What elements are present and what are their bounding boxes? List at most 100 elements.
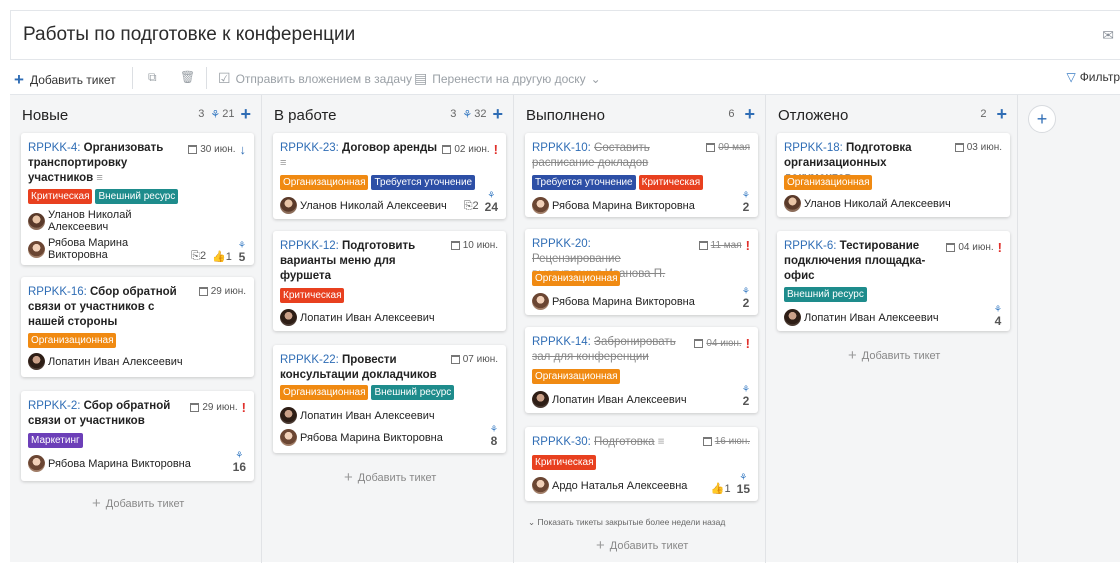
assignee[interactable]: Лопатин Иван Алексеевич bbox=[532, 391, 687, 408]
show-closed-link[interactable]: ⌄ Показать тикеты закрытые более недели … bbox=[528, 517, 725, 528]
add-ticket-button[interactable]: + Добавить тикет bbox=[14, 70, 116, 90]
add-ticket-link[interactable]: + Добавить тикет bbox=[344, 469, 436, 486]
assignee[interactable]: Рябова Марина Викторовна bbox=[28, 455, 191, 472]
ticket-key[interactable]: RPPKK-6: bbox=[784, 240, 836, 252]
calendar-icon bbox=[450, 241, 460, 250]
add-ticket-icon[interactable]: + bbox=[744, 105, 755, 123]
avatar bbox=[280, 429, 297, 446]
assignee[interactable]: Лопатин Иван Алексеевич bbox=[28, 353, 183, 370]
attachment-count: ⎘2 bbox=[463, 200, 479, 212]
add-ticket-link[interactable]: + Добавить тикет bbox=[596, 537, 688, 554]
ticket-key[interactable]: RPPKK-20: bbox=[532, 238, 591, 250]
story-points: 2 bbox=[742, 296, 750, 310]
assignee[interactable]: Лопатин Иван Алексеевич bbox=[280, 407, 435, 424]
avatar bbox=[532, 477, 549, 494]
assignee[interactable]: Лопатин Иван Алексеевич bbox=[280, 309, 435, 326]
ticket-key[interactable]: RPPKK-18: bbox=[784, 142, 843, 154]
tag-clarify[interactable]: Требуется уточнение bbox=[371, 175, 476, 190]
tag-org[interactable]: Организационная bbox=[784, 175, 873, 190]
filter-button[interactable]: ▽ Фильтр bbox=[1066, 70, 1120, 84]
tag-external[interactable]: Внешний ресурс bbox=[95, 189, 179, 204]
ticket-key[interactable]: RPPKK-22: bbox=[280, 354, 339, 366]
calendar-icon bbox=[198, 287, 208, 296]
ticket-key[interactable]: RPPKK-23: bbox=[280, 142, 339, 154]
tag-external[interactable]: Внешний ресурс bbox=[784, 287, 867, 302]
story-points: 15 bbox=[736, 482, 750, 496]
tag-critical[interactable]: Критическая bbox=[532, 455, 597, 470]
assignee[interactable]: Лопатин Иван Алексеевич bbox=[784, 309, 939, 326]
assignee[interactable]: Уланов Николай Алексеевич bbox=[784, 195, 951, 212]
due-date: 03 июн. bbox=[954, 142, 1002, 153]
ticket-card[interactable]: RPPKK-10: Составить расписание докладов … bbox=[525, 133, 758, 217]
ticket-key[interactable]: RPPKK-30: bbox=[532, 436, 591, 448]
move-board-button[interactable]: ▤ Перенести на другую доску ⌄ bbox=[414, 70, 601, 87]
avatar bbox=[784, 195, 801, 212]
tag-external[interactable]: Внешний ресурс bbox=[371, 385, 455, 400]
tag-marketing[interactable]: Маркетинг bbox=[28, 433, 83, 448]
board-icon: ▤ bbox=[414, 70, 428, 86]
avatar bbox=[532, 391, 549, 408]
envelope-icon[interactable]: ✉ bbox=[1102, 27, 1114, 44]
add-ticket-link[interactable]: + Добавить тикет bbox=[848, 347, 940, 364]
ticket-key[interactable]: RPPKK-14: bbox=[532, 336, 591, 348]
avatar bbox=[280, 407, 297, 424]
assignee[interactable]: Ардо Наталья Алексеевна bbox=[532, 477, 687, 494]
assignee[interactable]: Рябова Марина Викторовна bbox=[532, 197, 695, 214]
ticket-card[interactable]: RPPKK-18: Подготовка организационных док… bbox=[777, 133, 1010, 217]
ticket-count: 6 bbox=[728, 108, 735, 120]
like-count[interactable]: 👍1 bbox=[711, 482, 731, 495]
ticket-title: Подготовка bbox=[594, 436, 655, 448]
story-points: 4 bbox=[994, 314, 1002, 328]
tag-org[interactable]: Организационная bbox=[28, 333, 117, 348]
tag-critical[interactable]: Критическая bbox=[28, 189, 93, 204]
ticket-card[interactable]: RPPKK-30: Подготовка ≡ 16 июн. Критическ… bbox=[525, 427, 758, 501]
ticket-key[interactable]: RPPKK-16: bbox=[28, 286, 87, 298]
tag-critical[interactable]: Критическая bbox=[280, 288, 345, 303]
description-icon: ≡ bbox=[280, 157, 287, 169]
send-attachment-button[interactable]: ☑ Отправить вложением в задачу bbox=[218, 70, 412, 87]
story-points-icon: ⚘ bbox=[462, 108, 473, 121]
priority-high-icon: ! bbox=[745, 238, 750, 253]
ticket-card[interactable]: RPPKK-14: Забронировать зал для конферен… bbox=[525, 327, 758, 413]
assignee[interactable]: Рябова Марина Викторовна bbox=[532, 293, 695, 310]
ticket-key[interactable]: RPPKK-2: bbox=[28, 400, 80, 412]
ticket-key[interactable]: RPPKK-12: bbox=[280, 240, 339, 252]
like-count[interactable]: 👍1 bbox=[212, 250, 232, 263]
tag-org[interactable]: Организационная bbox=[280, 175, 369, 190]
add-ticket-icon[interactable]: + bbox=[996, 105, 1007, 123]
ticket-title: Договор аренды bbox=[342, 142, 438, 154]
add-ticket-link[interactable]: + Добавить тикет bbox=[92, 495, 184, 512]
copy-icon[interactable]: ⧉ bbox=[148, 70, 157, 85]
ticket-card[interactable]: RPPKK-23: Договор аренды ≡ 02 июн.! Орган… bbox=[273, 133, 506, 219]
story-points: 5 bbox=[238, 250, 246, 264]
tag-clarify[interactable]: Требуется уточнение bbox=[532, 175, 636, 190]
ticket-card[interactable]: RPPKK-22: Провести консультации докладчи… bbox=[273, 345, 506, 453]
ticket-key[interactable]: RPPKK-10: bbox=[532, 142, 591, 154]
ticket-card[interactable]: RPPKK-20: Рецензирование выступления Ива… bbox=[525, 229, 758, 315]
ticket-card[interactable]: RPPKK-6: Тестирование подключения площад… bbox=[777, 231, 1010, 331]
ticket-card[interactable]: RPPKK-16: Сбор обратной связи от участни… bbox=[21, 277, 254, 377]
add-ticket-icon[interactable]: + bbox=[492, 105, 503, 123]
due-date: 04 июн.! bbox=[694, 336, 750, 351]
tag-critical[interactable]: Критическая bbox=[638, 175, 704, 190]
assignee[interactable]: Уланов Николай Алексеевич bbox=[280, 197, 447, 214]
assignee[interactable]: Уланов Николай Алексеевич bbox=[28, 209, 138, 233]
divider bbox=[132, 67, 133, 89]
trash-icon[interactable]: 🗑 bbox=[180, 70, 195, 84]
tag-org[interactable]: Организационная bbox=[280, 385, 369, 400]
ticket-card[interactable]: RPPKK-12: Подготовить варианты меню для … bbox=[273, 231, 506, 331]
ticket-card[interactable]: RPPKK-2: Сбор обратной связи от участник… bbox=[21, 391, 254, 481]
assignee[interactable]: Рябова Марина Викторовна bbox=[28, 237, 138, 261]
add-column-button[interactable]: + bbox=[1028, 105, 1056, 133]
calendar-icon bbox=[954, 143, 964, 152]
calendar-icon bbox=[442, 145, 452, 154]
ticket-card[interactable]: RPPKK-4: Организовать транспортировку уч… bbox=[21, 133, 254, 265]
priority-high-icon: ! bbox=[493, 142, 498, 157]
priority-high-icon: ! bbox=[997, 240, 1002, 255]
calendar-icon bbox=[190, 403, 200, 412]
ticket-key[interactable]: RPPKK-4: bbox=[28, 142, 80, 154]
tag-org[interactable]: Организационная bbox=[532, 369, 621, 384]
assignee[interactable]: Рябова Марина Викторовна bbox=[280, 429, 443, 446]
add-ticket-icon[interactable]: + bbox=[240, 105, 251, 123]
tag-org[interactable]: Организационная bbox=[532, 271, 621, 286]
